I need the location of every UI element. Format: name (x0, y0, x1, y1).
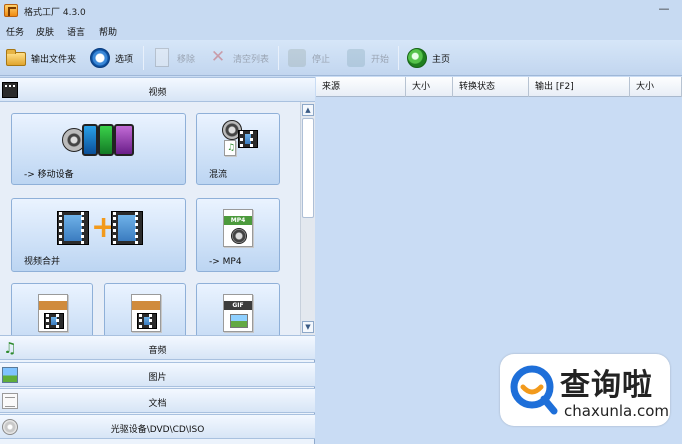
toolbar-separator (278, 46, 279, 70)
tile-mux[interactable]: ♫ 混流 (196, 113, 280, 185)
stop-button[interactable]: 停止 (285, 44, 330, 72)
category-video-header[interactable]: 视频 (0, 77, 315, 102)
folder-icon (4, 46, 28, 70)
category-audio-label: 音频 (148, 346, 167, 356)
minimize-button[interactable]: — (656, 2, 672, 18)
category-document-label: 文档 (148, 399, 167, 409)
column-size[interactable]: 大小 (406, 77, 453, 97)
clear-list-icon: ✕ (210, 47, 226, 67)
scroll-down-button[interactable]: ▼ (302, 321, 314, 333)
options-label: 选项 (115, 54, 134, 65)
video-file-icon (131, 294, 163, 334)
clear-list-label: 清空列表 (233, 54, 270, 65)
gif-file-icon: GIF (223, 294, 255, 334)
start-button[interactable]: 开始 (344, 44, 389, 72)
toolbar-separator (143, 46, 144, 70)
home-button[interactable]: 主页 (405, 44, 450, 72)
menu-help[interactable]: 帮助 (99, 25, 117, 38)
output-folder-label: 输出文件夹 (31, 54, 77, 65)
watermark-domain-text: chaxunla.com (564, 402, 669, 420)
start-label: 开始 (371, 54, 390, 65)
tile-mobile-device-label: -> 移动设备 (24, 170, 74, 180)
category-video-label: 视频 (148, 88, 167, 98)
mux-icon: ♫ (222, 120, 262, 160)
window-title: 格式工厂 4.3.0 (24, 8, 86, 18)
video-tile-grid: -> 移动设备 ♫ 混流 + 视频合并 MP4 -> MP4 GIF (0, 102, 300, 335)
remove-button[interactable]: 移除 (150, 44, 195, 72)
tile-video-merge[interactable]: + 视频合并 (11, 198, 186, 272)
home-label: 主页 (432, 54, 451, 65)
video-merge-icon: + (57, 211, 147, 247)
mp4-file-icon: MP4 (223, 209, 255, 249)
tile-format-2[interactable] (104, 283, 186, 335)
tile-mobile-device[interactable]: -> 移动设备 (11, 113, 186, 185)
category-document-header[interactable]: 文档 (0, 388, 315, 413)
start-icon (344, 46, 368, 70)
column-status[interactable]: 转换状态 (453, 77, 529, 97)
gif-tag: GIF (224, 301, 252, 310)
stop-label: 停止 (312, 54, 331, 65)
mp4-tag: MP4 (224, 216, 252, 225)
tile-mux-label: 混流 (209, 170, 228, 180)
tile-format-1[interactable] (11, 283, 93, 335)
toolbar: 输出文件夹 选项 移除 ✕ 清空列表 停止 开始 主页 (0, 40, 682, 76)
category-audio-header[interactable]: ♫ 音频 (0, 335, 315, 360)
category-disc-header[interactable]: 光驱设备\DVD\CD\ISO (0, 414, 315, 439)
function-panel: 视频 -> 移动设备 ♫ 混流 + 视频合并 MP4 -> MP4 GIF ▲ … (0, 77, 315, 444)
scroll-thumb[interactable] (302, 118, 314, 218)
options-button[interactable]: 选项 (88, 44, 133, 72)
tile-to-mp4[interactable]: MP4 -> MP4 (196, 198, 280, 272)
menu-language[interactable]: 语言 (67, 25, 85, 38)
tile-scrollbar[interactable]: ▲ ▼ (300, 102, 315, 335)
menu-bar: 任务 皮肤 语言 帮助 (0, 22, 682, 40)
mobile-device-icon (62, 122, 142, 162)
title-bar: 格式工厂 4.3.0 — (0, 0, 682, 22)
home-icon (405, 46, 429, 70)
scroll-up-button[interactable]: ▲ (302, 104, 314, 116)
tile-to-gif[interactable]: GIF (196, 283, 280, 335)
category-disc-label: 光驱设备\DVD\CD\ISO (110, 425, 205, 435)
column-source[interactable]: 来源 (316, 77, 406, 97)
remove-icon (150, 46, 174, 70)
remove-label: 移除 (177, 54, 196, 65)
column-output[interactable]: 输出 [F2] (529, 77, 630, 97)
task-list-header: 来源 大小 转换状态 输出 [F2] 大小 (316, 77, 682, 97)
tile-video-merge-label: 视频合并 (24, 257, 61, 267)
stop-icon (285, 46, 309, 70)
toolbar-separator (398, 46, 399, 70)
watermark-logo-icon (510, 365, 558, 415)
video-file-icon (38, 294, 70, 334)
app-logo-icon (4, 4, 18, 17)
clear-list-button[interactable]: ✕ 清空列表 (206, 44, 269, 72)
tile-to-mp4-label: -> MP4 (209, 257, 242, 267)
category-image-label: 图片 (148, 373, 167, 383)
watermark: 查询啦 chaxunla.com (500, 354, 670, 426)
column-output-size[interactable]: 大小 (630, 77, 682, 97)
output-folder-button[interactable]: 输出文件夹 (4, 44, 76, 72)
watermark-chinese-text: 查询啦 (560, 368, 653, 403)
category-image-header[interactable]: 图片 (0, 362, 315, 387)
menu-skin[interactable]: 皮肤 (36, 25, 54, 38)
options-icon (88, 46, 112, 70)
menu-task[interactable]: 任务 (6, 25, 24, 38)
